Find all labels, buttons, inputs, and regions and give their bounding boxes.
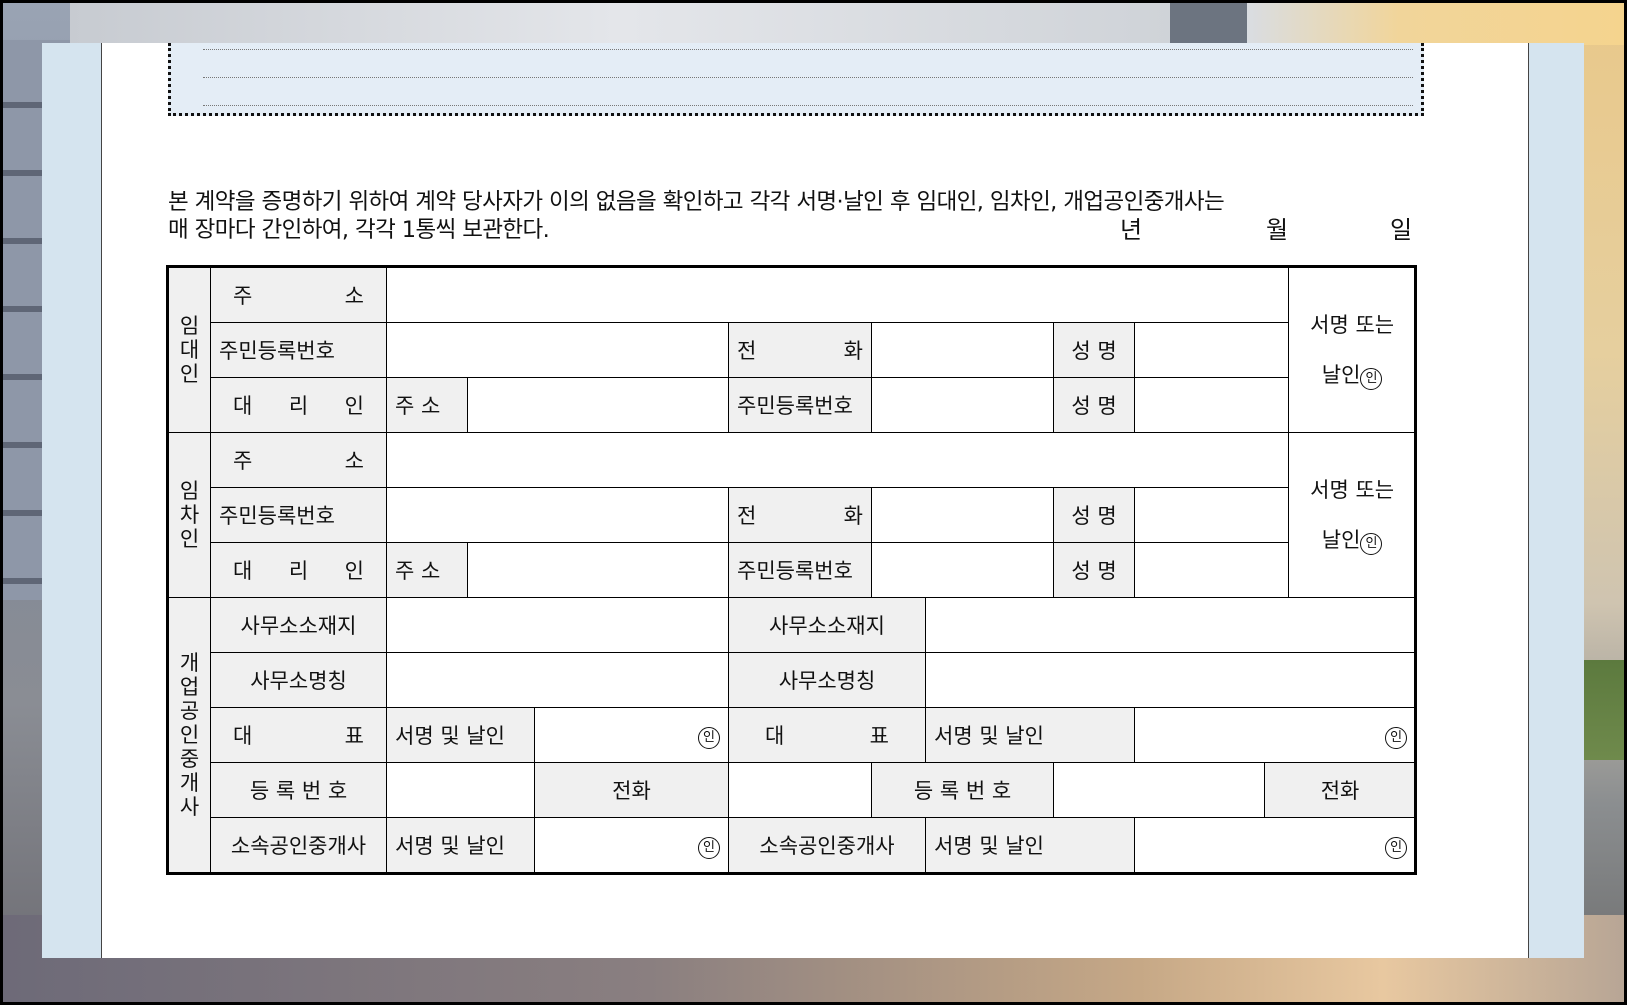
landlord-row-agent: 대리인 주 소 주민등록번호 성 명 (168, 377, 1416, 433)
tenant-address-label: 주소 (210, 432, 387, 488)
tenant-name-field[interactable] (1133, 487, 1290, 543)
landlord-row-address: 임대인 주소 서명 또는 날인 인 (167, 266, 1417, 433)
date-day: 일 (1390, 216, 1412, 244)
broker1-sign-seal-label: 서명 및 날인 (386, 707, 535, 763)
tenant-group-label: 임차인 (167, 432, 211, 598)
tenant-agent-resident-no-field[interactable] (871, 542, 1054, 598)
broker2-representative-seal-field[interactable]: 인 (1133, 707, 1417, 763)
landlord-agent-address-label: 주 소 (386, 377, 468, 433)
tenant-agent-address-label: 주 소 (386, 542, 468, 598)
tenant-agent-label: 대리인 (210, 542, 387, 598)
tenant-resident-no-label: 주민등록번호 (210, 487, 387, 543)
date-month: 월 (1266, 216, 1288, 244)
broker2-representative-label: 대표 (728, 707, 926, 763)
seal-icon: 인 (1360, 533, 1383, 555)
statement-line-1: 본 계약을 증명하기 위하여 계약 당사자가 이의 없음을 확인하고 각각 서명… (168, 189, 1225, 215)
tenant-agent-resident-no-label: 주민등록번호 (728, 542, 872, 598)
broker1-office-location-field[interactable] (386, 597, 729, 653)
landlord-group-label: 임대인 (167, 266, 211, 433)
broker2-office-name-field[interactable] (924, 652, 1417, 708)
landlord-agent-name-field[interactable] (1133, 377, 1290, 433)
ruled-line (203, 105, 1413, 106)
broker-row-location: 개업공인중개사 사무소소재지 사무소소재지 (167, 597, 1417, 874)
broker1-office-location-label: 사무소소재지 (210, 597, 387, 653)
broker1-registration-label: 등 록 번 호 (210, 762, 387, 818)
tenant-agent-name-field[interactable] (1133, 542, 1290, 598)
landlord-name-label: 성 명 (1053, 322, 1135, 378)
landlord-name-field[interactable] (1133, 322, 1290, 378)
seal-icon: 인 (1385, 726, 1408, 749)
broker1-registration-field[interactable] (386, 762, 535, 818)
tenant-sign-cell[interactable]: 서명 또는 날인 인 (1288, 432, 1417, 598)
broker1-representative-label: 대표 (210, 707, 387, 763)
broker2-phone-label: 전화 (1263, 762, 1417, 818)
statement-line-2-row: 매 장마다 간인하여, 각각 1통씩 보관한다. 년 월 일 (168, 216, 1418, 244)
seal-icon: 인 (698, 726, 720, 749)
broker-row-affiliated: 소속공인중개사 서명 및 날인 인 소속공인중개사 서명 및 날인 인 (168, 817, 1417, 874)
signature-table: 임대인 주소 서명 또는 날인 인 주민등록번호 전화 성 명 대리인 주 소 주… (166, 265, 1418, 875)
broker1-affiliated-sign-label: 서명 및 날인 (386, 817, 535, 874)
date-year: 년 (1120, 216, 1142, 244)
broker2-affiliated-seal-field[interactable]: 인 (1133, 817, 1417, 874)
tenant-agent-address-field[interactable] (467, 542, 729, 598)
statement-line-2: 매 장마다 간인하여, 각각 1통씩 보관한다. (168, 217, 550, 243)
broker2-affiliated-label: 소속공인중개사 (728, 817, 926, 874)
ruled-line (203, 77, 1413, 78)
broker2-sign-seal-label: 서명 및 날인 (925, 707, 1135, 763)
broker1-office-name-field[interactable] (386, 652, 729, 708)
broker2-office-location-field[interactable] (924, 597, 1417, 653)
contract-statement: 본 계약을 증명하기 위하여 계약 당사자가 이의 없음을 확인하고 각각 서명… (168, 188, 1418, 244)
seal-icon: 인 (1360, 368, 1383, 390)
landlord-resident-no-field[interactable] (386, 322, 729, 378)
landlord-row-id: 주민등록번호 전화 성 명 (168, 322, 1416, 378)
broker2-office-location-label: 사무소소재지 (728, 597, 926, 653)
broker2-office-name-label: 사무소명칭 (728, 652, 926, 708)
broker-row-representative: 대표 서명 및 날인 인 대표 서명 및 날인 인 (168, 707, 1417, 763)
document-page: 본 계약을 증명하기 위하여 계약 당사자가 이의 없음을 확인하고 각각 서명… (101, 43, 1529, 958)
landlord-sign-cell[interactable]: 서명 또는 날인 인 (1288, 266, 1417, 433)
tenant-row-agent: 대리인 주 소 주민등록번호 성 명 (168, 542, 1416, 598)
tenant-phone-field[interactable] (871, 487, 1054, 543)
landlord-phone-label: 전화 (728, 322, 872, 378)
landlord-agent-resident-no-field[interactable] (871, 377, 1054, 433)
background-window (1247, 0, 1627, 45)
broker2-registration-label: 등 록 번 호 (871, 762, 1054, 818)
broker2-registration-field[interactable] (1053, 762, 1265, 818)
landlord-agent-name-label: 성 명 (1053, 377, 1135, 433)
seal-icon: 인 (698, 836, 720, 859)
landlord-agent-label: 대리인 (210, 377, 387, 433)
tenant-phone-label: 전화 (728, 487, 872, 543)
landlord-agent-resident-no-label: 주민등록번호 (728, 377, 872, 433)
broker1-office-name-label: 사무소명칭 (210, 652, 387, 708)
tenant-agent-name-label: 성 명 (1053, 542, 1135, 598)
landlord-resident-no-label: 주민등록번호 (210, 322, 387, 378)
broker1-affiliated-label: 소속공인중개사 (210, 817, 387, 874)
tenant-row-address: 임차인 주소 서명 또는 날인 인 (167, 432, 1417, 598)
tenant-row-id: 주민등록번호 전화 성 명 (168, 487, 1416, 543)
background-top (70, 0, 1170, 45)
broker1-affiliated-seal-field[interactable]: 인 (534, 817, 729, 874)
tenant-resident-no-field[interactable] (386, 487, 729, 543)
broker1-phone-field[interactable] (728, 762, 872, 818)
broker-group-label: 개업공인중개사 (167, 597, 211, 874)
landlord-agent-address-field[interactable] (467, 377, 729, 433)
special-terms-box (168, 43, 1424, 116)
landlord-phone-field[interactable] (871, 322, 1054, 378)
tenant-address-field[interactable] (385, 432, 1290, 488)
broker-row-name: 사무소명칭 사무소명칭 (168, 652, 1417, 708)
seal-icon: 인 (1385, 836, 1408, 859)
landlord-address-label: 주소 (210, 266, 387, 323)
broker-row-registration: 등 록 번 호 전화 등 록 번 호 전화 (168, 762, 1417, 818)
tenant-name-label: 성 명 (1053, 487, 1135, 543)
broker1-phone-label: 전화 (534, 762, 729, 818)
broker2-affiliated-sign-label: 서명 및 날인 (925, 817, 1135, 874)
landlord-address-field[interactable] (385, 266, 1290, 323)
broker1-representative-seal-field[interactable]: 인 (534, 707, 729, 763)
ruled-line (203, 49, 1413, 50)
